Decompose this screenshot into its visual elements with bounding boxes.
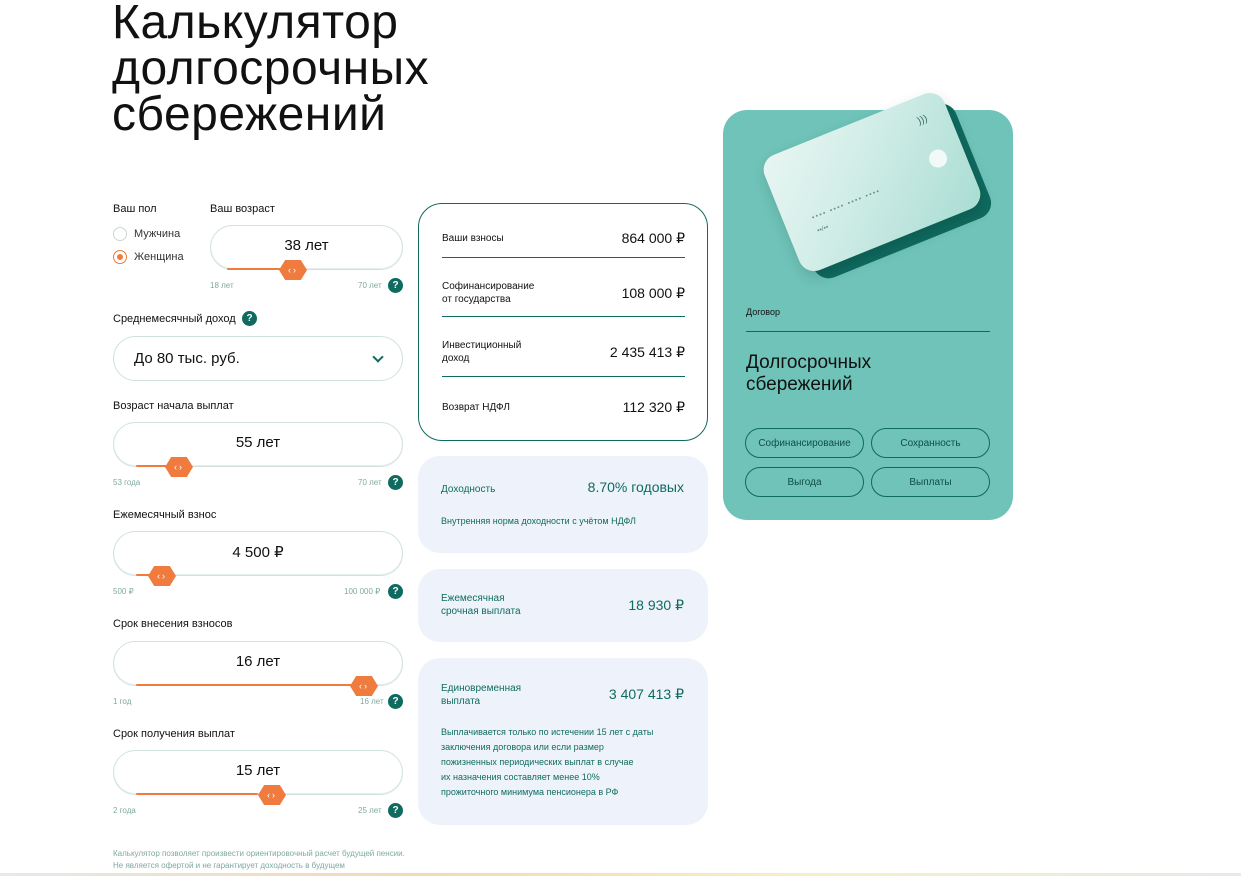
divider <box>442 376 685 377</box>
monthly-contribution-min-label: 500 ₽ <box>113 587 134 596</box>
promo-category: Договор <box>746 307 780 317</box>
yield-description: Внутренняя норма доходности с учётом НДФ… <box>441 516 636 526</box>
result-label: Софинансирование от государства <box>442 281 535 305</box>
result-label: Инвестиционный доход <box>442 340 522 364</box>
age-slider[interactable]: 38 лет ‹› <box>210 225 403 280</box>
card-chip <box>926 146 950 171</box>
result-value: 108 000 ₽ <box>621 284 685 301</box>
lump-sum-card: Единовременная выплата 3 407 413 ₽ Выпла… <box>418 658 708 825</box>
income-label: Среднемесячный доход <box>113 313 236 325</box>
promo-product-name: Долгосрочных сбережений <box>746 352 872 395</box>
contribution-term-value: 16 лет <box>235 653 281 670</box>
help-icon[interactable]: ? <box>242 311 257 326</box>
result-tax-refund: Возврат НДФЛ 112 320 ₽ <box>442 399 685 416</box>
gender-option-label: Женщина <box>134 251 184 263</box>
help-icon[interactable]: ? <box>388 694 403 709</box>
result-value: 112 320 ₽ <box>622 399 685 415</box>
age-max-label: 70 лет <box>358 281 382 290</box>
disclaimer: Калькулятор позволяет произвести ориенти… <box>113 849 405 870</box>
payout-start-min-label: 53 года <box>113 478 141 487</box>
payout-start-slider-handle[interactable]: ‹› <box>165 457 193 477</box>
result-investment: Инвестиционный доход 2 435 413 ₽ <box>442 339 685 365</box>
payout-term-slider-handle[interactable]: ‹› <box>258 785 286 805</box>
age-label: Ваш возраст <box>210 203 275 215</box>
divider <box>442 257 685 258</box>
gender-option-male[interactable]: Мужчина <box>113 227 180 241</box>
result-value: 2 435 413 ₽ <box>609 343 685 360</box>
gender-option-female[interactable]: Женщина <box>113 250 184 264</box>
payout-start-slider[interactable]: 55 лет ‹› <box>113 422 403 477</box>
radio-button[interactable] <box>113 227 127 241</box>
page-title: Калькулятор долгосрочных сбережений <box>112 0 430 141</box>
contactless-icon: ))) <box>915 113 930 128</box>
payout-start-value: 55 лет <box>235 434 281 451</box>
yield-card: Доходность 8.70% годовых Внутренняя норм… <box>418 456 708 553</box>
lump-sum-label: Единовременная выплата <box>441 683 522 707</box>
result-label: Ваши взносы <box>442 233 504 244</box>
income-selected-value: До 80 тыс. руб. <box>134 350 240 367</box>
yield-value: 8.70% годовых <box>587 479 684 495</box>
payout-start-max-label: 70 лет <box>358 478 382 487</box>
monthly-payout-value: 18 930 ₽ <box>628 597 684 613</box>
tag-cofinancing[interactable]: Софинансирование <box>745 428 864 458</box>
contribution-term-slider[interactable]: 16 лет ‹› <box>113 641 403 696</box>
gender-option-label: Мужчина <box>134 228 181 240</box>
result-value: 864 000 ₽ <box>621 230 685 246</box>
monthly-payout-card: Ежемесячная срочная выплата 18 930 ₽ <box>418 569 708 642</box>
monthly-contribution-slider[interactable]: 4 500 ₽ ‹› <box>113 531 403 586</box>
result-label: Возврат НДФЛ <box>442 402 510 413</box>
card-expiry: ••/•• <box>816 223 830 235</box>
income-select[interactable]: До 80 тыс. руб. <box>113 336 403 381</box>
divider <box>746 331 990 332</box>
tag-safety[interactable]: Сохранность <box>871 428 990 458</box>
payout-start-label: Возраст начала выплат <box>113 400 234 412</box>
payout-term-slider-fill <box>136 793 258 795</box>
results-card: Ваши взносы 864 000 ₽ Софинансирование о… <box>418 203 708 441</box>
age-slider-handle[interactable]: ‹› <box>279 260 307 280</box>
monthly-contribution-label: Ежемесячный взнос <box>113 509 217 521</box>
chevron-down-icon <box>372 350 384 363</box>
lump-sum-value: 3 407 413 ₽ <box>608 686 684 702</box>
contribution-term-slider-handle[interactable]: ‹› <box>350 676 378 696</box>
result-cofinancing: Софинансирование от государства 108 000 … <box>442 280 685 306</box>
contribution-term-slider-fill <box>136 684 372 686</box>
payout-term-label: Срок получения выплат <box>113 728 235 740</box>
tag-benefit[interactable]: Выгода <box>745 467 864 497</box>
help-icon[interactable]: ? <box>388 803 403 818</box>
contribution-term-label: Срок внесения взносов <box>113 618 233 630</box>
result-contributions: Ваши взносы 864 000 ₽ <box>442 230 685 247</box>
monthly-contribution-max-label: 100 000 ₽ <box>344 587 381 596</box>
gender-label: Ваш пол <box>113 203 157 215</box>
help-icon[interactable]: ? <box>388 475 403 490</box>
contribution-term-min-label: 1 год <box>113 697 132 706</box>
radio-button-selected[interactable] <box>113 250 127 264</box>
payout-term-max-label: 25 лет <box>358 806 382 815</box>
lump-sum-description: Выплачивается только по истечении 15 лет… <box>441 727 654 797</box>
card-number: •••• •••• •••• •••• <box>811 187 882 222</box>
payout-term-slider[interactable]: 15 лет ‹› <box>113 750 403 805</box>
tag-payouts[interactable]: Выплаты <box>871 467 990 497</box>
payout-term-value: 15 лет <box>235 762 281 779</box>
monthly-contribution-slider-handle[interactable]: ‹› <box>148 566 176 586</box>
monthly-payout-label: Ежемесячная срочная выплата <box>441 593 521 617</box>
age-value: 38 лет <box>284 237 329 254</box>
monthly-contribution-value: 4 500 ₽ <box>232 543 284 561</box>
yield-label: Доходность <box>441 484 496 495</box>
contribution-term-max-label: 16 лет <box>360 697 384 706</box>
help-icon[interactable]: ? <box>388 278 403 293</box>
divider <box>442 316 685 317</box>
help-icon[interactable]: ? <box>388 584 403 599</box>
payout-term-min-label: 2 года <box>113 806 136 815</box>
age-min-label: 18 лет <box>210 281 234 290</box>
